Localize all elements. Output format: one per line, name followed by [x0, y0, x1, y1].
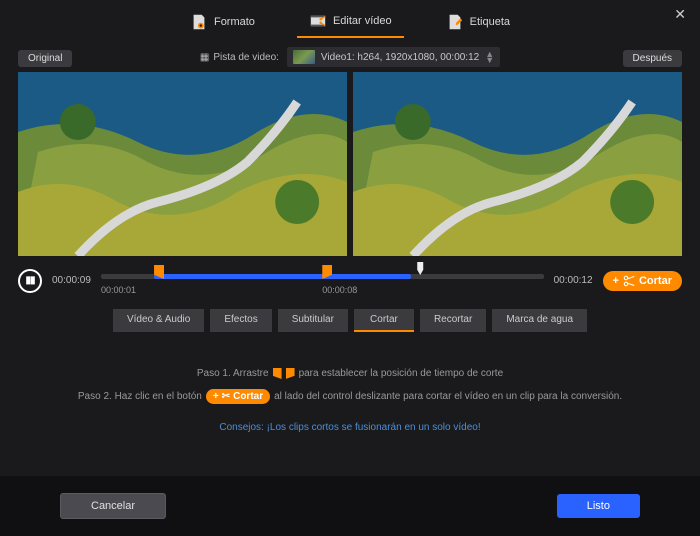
- film-icon: ▦: [200, 52, 209, 63]
- mini-handle-right-icon: [286, 368, 295, 379]
- track-row: ▦ Pista de video: Video1: h264, 1920x108…: [0, 44, 700, 70]
- subtab-effects[interactable]: Efectos: [210, 309, 271, 332]
- playhead[interactable]: [415, 262, 425, 275]
- step-1: Paso 1. Arrastre para establecer la posi…: [30, 368, 670, 379]
- tab-tag[interactable]: Etiqueta: [434, 7, 522, 37]
- aerial-coast-image: [18, 72, 347, 256]
- slider[interactable]: 00:00:01 00:00:08: [101, 266, 544, 295]
- timeline: ▮▮ 00:00:09 00:00:01 00:00:08 00:00:12 +…: [0, 256, 700, 295]
- slider-fill: [154, 274, 411, 279]
- plus-icon: +: [613, 275, 619, 287]
- pause-icon: ▮▮: [25, 275, 34, 286]
- time-total: 00:00:12: [554, 275, 593, 286]
- tab-format-label: Formato: [214, 16, 255, 28]
- mark-end: 00:00:08: [322, 285, 357, 295]
- instructions: Paso 1. Arrastre para establecer la posi…: [0, 340, 700, 451]
- tab-edit-label: Editar vídeo: [333, 15, 392, 27]
- track-select[interactable]: Video1: h264, 1920x1080, 00:00:12 ▲▼: [287, 47, 500, 67]
- step1-text-a: Paso 1. Arrastre: [197, 368, 269, 379]
- cut-button-label: Cortar: [639, 275, 672, 287]
- cancel-button[interactable]: Cancelar: [60, 493, 166, 519]
- subtab-subtitle[interactable]: Subtitular: [278, 309, 348, 332]
- done-button[interactable]: Listo: [557, 494, 640, 518]
- time-marks: 00:00:01 00:00:08: [101, 285, 544, 295]
- tip-text: Consejos: ¡Los clips cortos se fusionará…: [30, 422, 670, 433]
- pause-button[interactable]: ▮▮: [18, 269, 42, 293]
- track-selected-text: Video1: h264, 1920x1080, 00:00:12: [321, 52, 479, 63]
- subtab-crop[interactable]: Recortar: [420, 309, 486, 332]
- mini-handle-left-icon: [273, 368, 282, 379]
- footer: Cancelar Listo: [0, 476, 700, 536]
- cut-chip-label: Cortar: [233, 391, 263, 402]
- sub-tab-bar: Vídeo & Audio Efectos Subtitular Cortar …: [0, 295, 700, 340]
- step2-text-b: al lado del control deslizante para cort…: [274, 391, 622, 402]
- document-gear-icon: [190, 13, 208, 31]
- aerial-coast-image: [353, 72, 682, 256]
- label-after: Después: [623, 50, 682, 67]
- track-label: ▦ Pista de video:: [200, 52, 279, 63]
- track-label-text: Pista de video:: [213, 52, 279, 63]
- scissors-icon: [623, 275, 635, 287]
- cut-chip-inline: + ✂ Cortar: [206, 389, 270, 404]
- preview-row: [0, 70, 700, 256]
- tab-format[interactable]: Formato: [178, 7, 267, 37]
- tab-tag-label: Etiqueta: [470, 16, 510, 28]
- subtab-watermark[interactable]: Marca de agua: [492, 309, 587, 332]
- document-pen-icon: [446, 13, 464, 31]
- step-2: Paso 2. Haz clic en el botón + ✂ Cortar …: [30, 389, 670, 404]
- film-cut-icon: [309, 12, 327, 30]
- subtab-video-audio[interactable]: Vídeo & Audio: [113, 309, 204, 332]
- preview-after: [353, 72, 682, 256]
- label-original: Original: [18, 50, 72, 67]
- scissors-icon: ✂: [222, 391, 230, 402]
- track-thumbnail: [293, 50, 315, 64]
- step2-text-a: Paso 2. Haz clic en el botón: [78, 391, 202, 402]
- step1-text-b: para establecer la posición de tiempo de…: [299, 368, 504, 379]
- preview-original: [18, 72, 347, 256]
- cut-button[interactable]: + Cortar: [603, 271, 682, 291]
- time-current: 00:00:09: [52, 275, 91, 286]
- close-icon[interactable]: ✕: [674, 6, 686, 23]
- slider-track: [101, 274, 544, 279]
- top-tab-bar: Formato Editar vídeo Etiqueta: [0, 0, 700, 44]
- chevron-updown-icon: ▲▼: [485, 51, 494, 63]
- tab-edit-video[interactable]: Editar vídeo: [297, 6, 404, 38]
- subtab-cut[interactable]: Cortar: [354, 309, 414, 332]
- mark-start: 00:00:01: [101, 285, 136, 295]
- plus-icon: +: [213, 391, 219, 402]
